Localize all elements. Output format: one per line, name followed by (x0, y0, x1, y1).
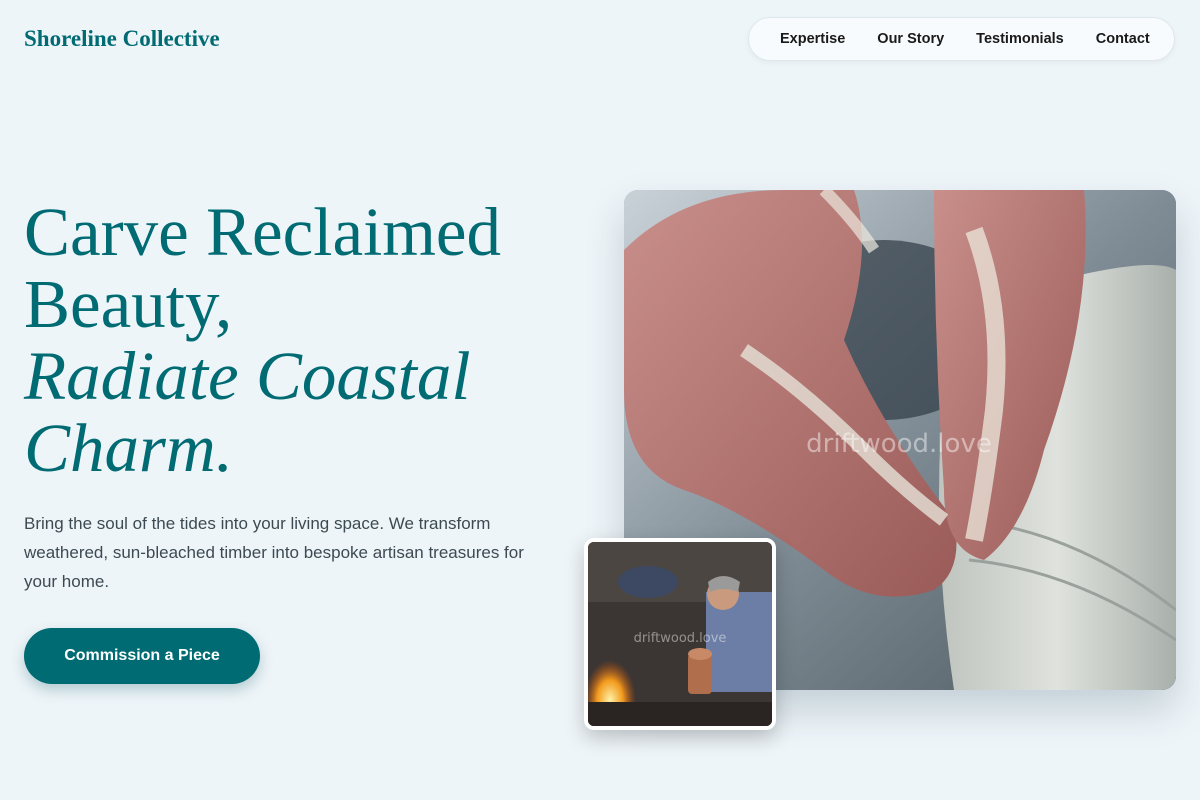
hero-image-watermark: driftwood.love (806, 429, 992, 459)
brand-logo[interactable]: Shoreline Collective (24, 26, 220, 52)
main-nav: Expertise Our Story Testimonials Contact (748, 17, 1175, 61)
nav-link-contact[interactable]: Contact (1096, 31, 1150, 47)
nav-link-expertise[interactable]: Expertise (780, 31, 845, 47)
headline-italic-line-1: Radiate Coastal (24, 338, 471, 414)
headline-line-2: Beauty, (24, 266, 233, 342)
thumbnail-watermark: driftwood.love (634, 631, 727, 646)
hero-headline: Carve Reclaimed Beauty, Radiate Coastal … (24, 196, 584, 484)
commission-button[interactable]: Commission a Piece (24, 628, 260, 684)
nav-link-testimonials[interactable]: Testimonials (976, 31, 1064, 47)
nav-link-our-story[interactable]: Our Story (877, 31, 944, 47)
headline-italic-line-2: Charm. (24, 410, 233, 486)
headline-line-1: Carve Reclaimed (24, 194, 502, 270)
hero-description: Bring the soul of the tides into your li… (24, 514, 524, 591)
thumbnail-image-craftsman: driftwood.love (584, 538, 776, 730)
